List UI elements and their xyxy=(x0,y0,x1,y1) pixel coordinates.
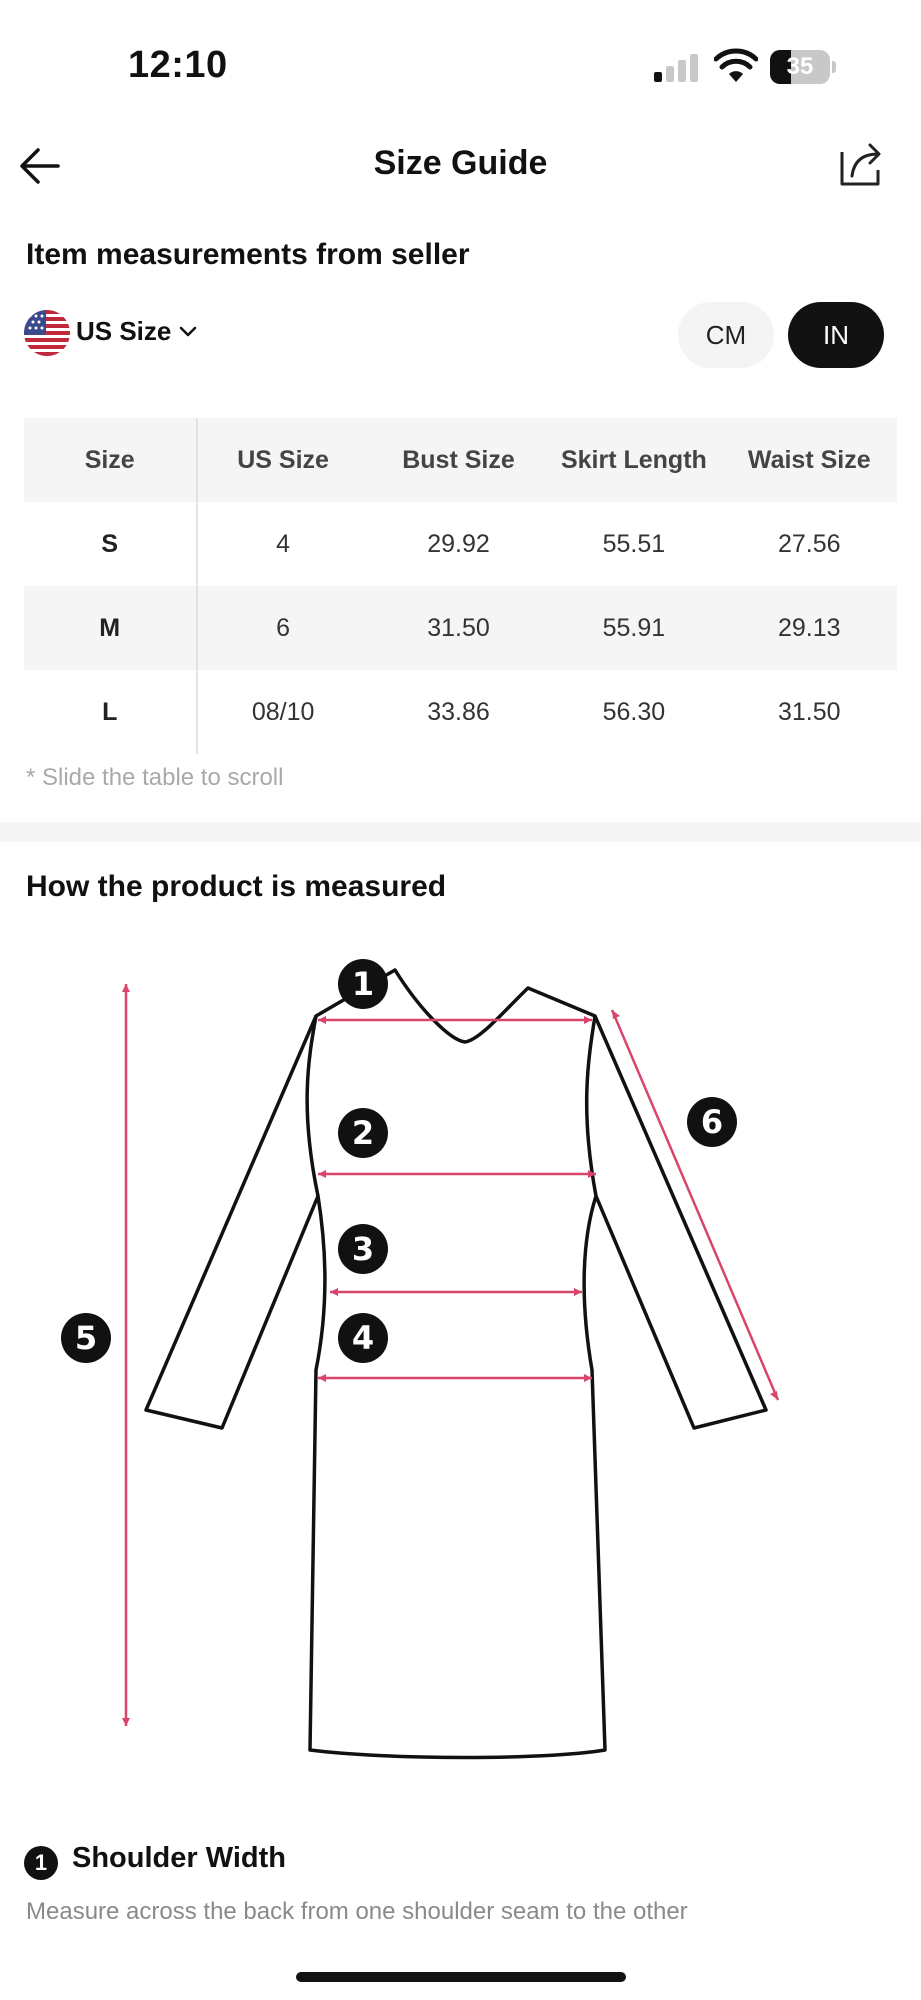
measurement-lines xyxy=(122,984,780,1726)
table-cell: 6 xyxy=(276,613,291,642)
table-row: S 4 29.92 55.51 27.56 xyxy=(24,502,897,586)
marker-2: 2 xyxy=(338,1108,388,1158)
marker-1: 1 xyxy=(338,959,388,1009)
unit-in-button[interactable]: IN xyxy=(788,302,884,368)
measurements-title: Item measurements from seller xyxy=(26,238,470,271)
table-cell: 29.13 xyxy=(777,613,841,642)
table-cell: 31.50 xyxy=(777,697,841,726)
status-bar: 12:10 35 xyxy=(0,0,921,130)
chevron-down-icon xyxy=(180,326,197,336)
battery-icon: 35 xyxy=(770,50,836,84)
unit-cm-button[interactable]: CM xyxy=(678,302,774,368)
table-row: L 08/10 33.86 56.30 31.50 xyxy=(24,670,897,754)
table-cell: 56.30 xyxy=(602,697,666,726)
size-system-dropdown[interactable]: US Size xyxy=(76,316,197,347)
table-header-cell: US Size xyxy=(237,445,329,474)
unit-toggle: CM IN xyxy=(678,302,884,368)
table-cell: S xyxy=(101,529,119,558)
section-divider xyxy=(0,822,921,842)
dress-outline xyxy=(144,968,768,1760)
table-header-cell: Skirt Length xyxy=(560,445,707,474)
battery-percent: 35 xyxy=(786,53,814,80)
cellular-signal-icon xyxy=(654,54,698,82)
page-title: Size Guide xyxy=(373,144,548,182)
marker-5: 5 xyxy=(61,1313,111,1363)
svg-text:2: 2 xyxy=(352,1114,374,1152)
share-icon[interactable] xyxy=(838,140,884,188)
table-cell: 27.56 xyxy=(777,529,841,558)
table-header-cell: Size xyxy=(84,445,135,474)
header: Size Guide xyxy=(0,130,921,230)
svg-text:3: 3 xyxy=(352,1230,374,1268)
table-header-row: Size US Size Bust Size Skirt Length Wais… xyxy=(24,418,897,502)
table-cell: 55.91 xyxy=(602,613,666,642)
svg-text:1: 1 xyxy=(352,965,374,1003)
table-cell: M xyxy=(99,613,121,642)
svg-text:6: 6 xyxy=(701,1103,723,1141)
home-indicator[interactable] xyxy=(296,1972,626,1982)
scroll-hint: * Slide the table to scroll xyxy=(26,764,284,791)
marker-3: 3 xyxy=(338,1224,388,1274)
svg-text:5: 5 xyxy=(75,1319,97,1357)
table-cell: L xyxy=(102,697,118,726)
marker-6: 6 xyxy=(687,1097,737,1147)
table-cell: 4 xyxy=(276,529,291,558)
table-header-cell: Bust Size xyxy=(402,445,515,474)
how-measured-title: How the product is measured xyxy=(26,870,447,903)
table-cell: 55.51 xyxy=(602,529,666,558)
table-cell: 33.86 xyxy=(427,697,490,726)
table-cell: 29.92 xyxy=(427,529,490,558)
size-system-label: US Size xyxy=(76,316,172,346)
dress-measurement-diagram: 1 2 3 4 5 6 xyxy=(61,959,780,1760)
table-header-cell: Waist Size xyxy=(747,445,871,474)
wifi-icon xyxy=(714,48,758,82)
definition-title: Shoulder Width xyxy=(72,1842,286,1874)
definition-number-badge: 1 xyxy=(24,1846,58,1880)
size-table[interactable]: Size US Size Bust Size Skirt Length Wais… xyxy=(24,418,897,754)
definition-description: Measure across the back from one shoulde… xyxy=(26,1898,688,1925)
table-row: M 6 31.50 55.91 29.13 xyxy=(24,586,897,670)
marker-4: 4 xyxy=(338,1313,388,1363)
table-cell: 08/10 xyxy=(251,697,315,726)
frozen-column-divider xyxy=(196,418,198,754)
table-cell: 31.50 xyxy=(427,613,490,642)
status-time: 12:10 xyxy=(128,44,228,86)
svg-text:4: 4 xyxy=(352,1319,374,1357)
us-flag-icon xyxy=(24,310,70,356)
